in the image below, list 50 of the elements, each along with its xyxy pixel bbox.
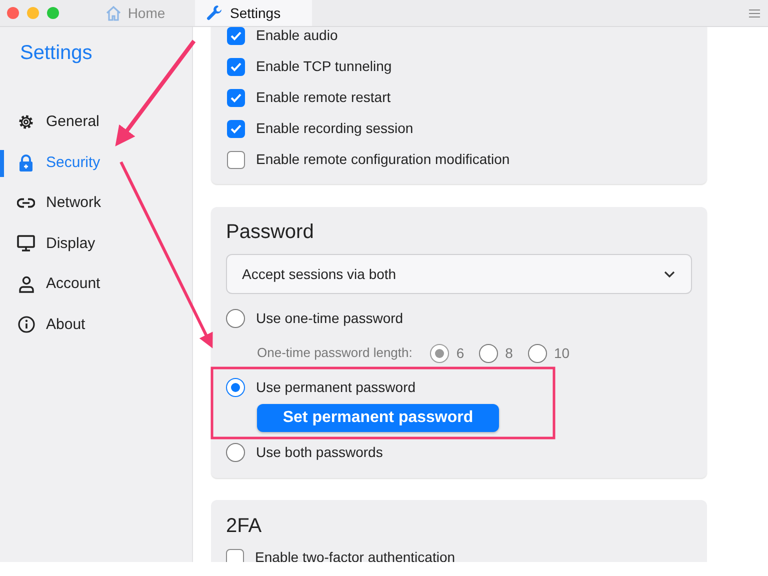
section-title: Password	[226, 220, 314, 242]
checkbox[interactable]	[227, 58, 245, 76]
sidebar-item[interactable]: Network	[0, 183, 192, 224]
radio-label: 10	[554, 344, 570, 362]
selection-indicator	[0, 150, 4, 176]
checkbox-label: Enable TCP tunneling	[256, 57, 392, 76]
dropdown[interactable]: Accept sessions via both	[226, 254, 692, 294]
checkbox-label: Enable audio	[256, 27, 338, 45]
link-icon	[17, 198, 35, 208]
checkbox-label: Enable recording session	[256, 119, 414, 138]
info-icon	[18, 316, 34, 334]
radio-button[interactable]	[226, 443, 245, 462]
sidebar-title: Settings	[19, 41, 92, 66]
checkmark-icon	[230, 124, 242, 134]
gear-icon	[17, 113, 35, 132]
checkbox[interactable]	[226, 548, 244, 562]
checkbox[interactable]	[227, 150, 245, 168]
close-window-button[interactable]	[7, 7, 19, 19]
radio-label: 8	[505, 344, 513, 362]
sidebar-item[interactable]: About	[0, 304, 192, 345]
monitor-icon	[17, 235, 35, 252]
house-icon	[104, 5, 122, 21]
radio-button[interactable]	[226, 309, 245, 328]
sidebar-item[interactable]: Security	[0, 142, 192, 183]
section-title: 2FA	[226, 514, 262, 536]
checkmark-icon	[230, 92, 242, 102]
checkbox-label: Enable two-factor authentication	[255, 548, 456, 562]
checkbox[interactable]	[227, 120, 245, 138]
menu-icon[interactable]	[749, 8, 760, 18]
checkmark-icon	[230, 62, 242, 72]
sidebar-item[interactable]: Account	[0, 264, 192, 304]
radio-label: 6	[456, 344, 464, 362]
person-icon	[18, 276, 34, 293]
radio-button[interactable]	[226, 378, 245, 397]
lock-icon	[18, 154, 34, 172]
sidebar-item[interactable]: Display	[0, 224, 192, 264]
radio-label: Use permanent password	[256, 378, 416, 397]
checkbox[interactable]	[227, 88, 245, 106]
set-password-button[interactable]: Set permanent password	[257, 404, 499, 432]
checkmark-icon	[230, 30, 242, 40]
wrench-icon	[206, 4, 224, 22]
checkbox-label: Enable remote configuration modification	[256, 150, 510, 169]
chevron-down-icon	[664, 270, 675, 278]
checkbox[interactable]	[227, 27, 245, 44]
radio-label: Use one-time password	[256, 309, 404, 328]
tab[interactable]: Settings	[195, 0, 312, 26]
sidebar-item[interactable]: General	[0, 102, 192, 142]
checkbox-label: Enable remote restart	[256, 88, 391, 107]
radio-label: Use both passwords	[256, 443, 383, 462]
field-label: One-time password length:	[257, 344, 412, 362]
